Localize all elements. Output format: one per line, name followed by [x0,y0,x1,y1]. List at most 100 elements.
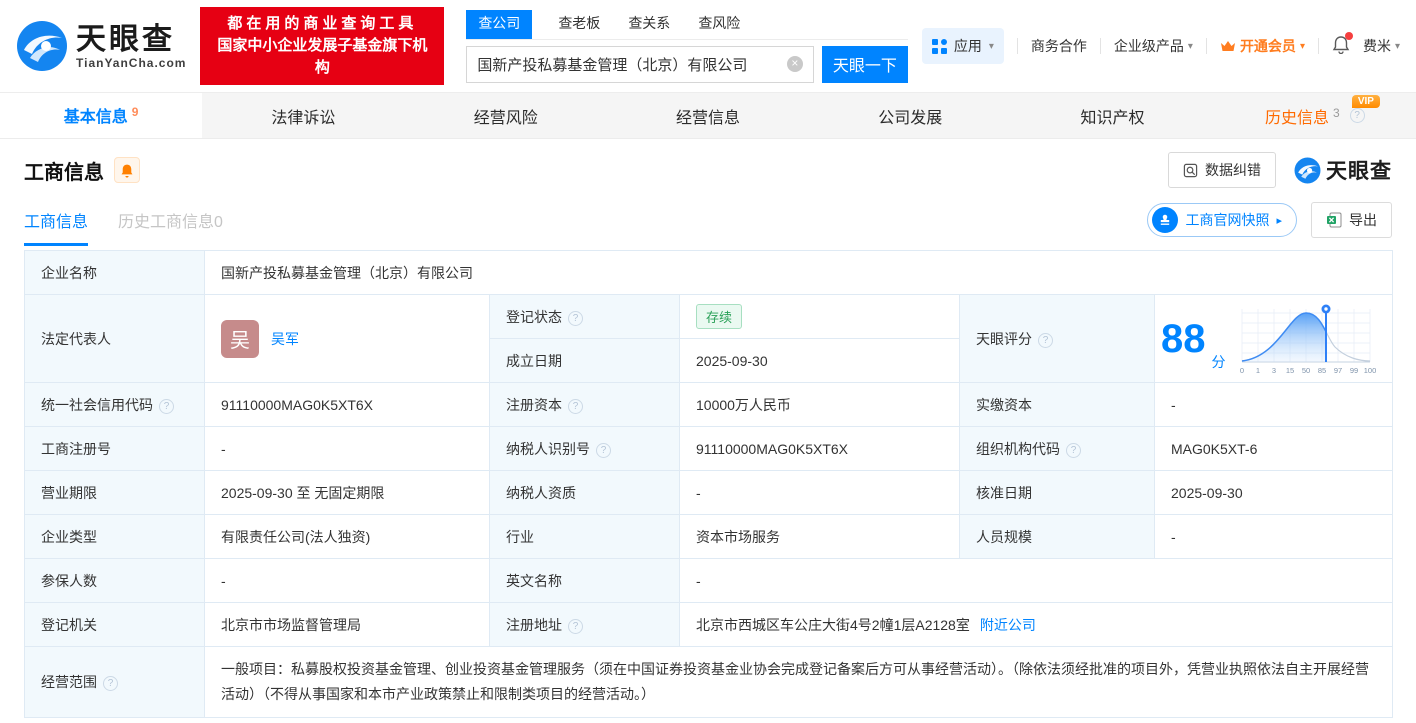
legal-rep-avatar[interactable]: 吴 [221,319,259,358]
logo-domain: TianYanCha.com [76,55,187,70]
vip-label: 开通会员 [1239,38,1296,54]
tab-company-development[interactable]: 公司发展 [809,93,1011,138]
field-label-reg-number: 工商注册号 [24,426,205,471]
apps-menu[interactable]: 应用 ▾ [921,28,1004,64]
monitor-bell-button[interactable] [114,157,140,183]
field-label-text: 注册地址 [506,616,562,633]
table-row: 法定代表人 吴 吴军 登记状态? 存续 天眼评分? 88 分 0 1 3 15 … [24,294,1393,383]
help-icon[interactable]: ? [568,398,583,414]
subtab-row: 工商信息 历史工商信息0 工商官网快照 ▸ 导出 [0,194,1416,246]
search-tab-relation[interactable]: 查关系 [626,10,672,39]
search-tab-boss[interactable]: 查老板 [556,10,602,39]
field-label-taxpayer-quality: 纳税人资质 [489,470,680,515]
table-row: 登记机关 北京市市场监督管理局 注册地址? 北京市西城区车公庄大街4号2幢1层A… [24,602,1393,647]
field-label-paid-capital: 实缴资本 [959,382,1155,427]
nav-enterprise-products[interactable]: 企业级产品 ▾ [1114,36,1193,56]
nav-business-cooperation[interactable]: 商务合作 [1031,36,1087,56]
excel-icon [1327,212,1342,228]
score-unit: 分 [1211,353,1226,370]
field-value-taxpayer-quality: - [679,470,960,515]
export-label: 导出 [1349,212,1377,228]
chart-tick: 1 [1255,366,1259,375]
watermark-text: 天眼查 [1326,160,1392,183]
subtab-business-info[interactable]: 工商信息 [24,208,89,246]
score-distribution-chart: 0 1 3 15 50 85 97 99 100 [1239,304,1376,375]
tab-legal-proceedings[interactable]: 法律诉讼 [202,93,404,138]
help-icon[interactable]: ? [568,310,583,326]
field-value-english-name: - [679,558,1393,603]
promo-line1: 都在用的商业查询工具 [227,15,418,32]
logo-title: 天眼查 [76,22,175,56]
top-nav: 应用 ▾ 商务合作 企业级产品 ▾ 开通会员 ▾ 费米 ▾ [921,28,1400,64]
tianyancha-logo-icon [1294,157,1321,183]
field-label-industry: 行业 [489,514,680,559]
chart-tick: 50 [1301,366,1309,375]
tab-basic-info[interactable]: 基本信息 9 [0,93,203,138]
export-button[interactable]: 导出 [1311,202,1392,238]
status-badge: 存续 [696,304,743,329]
search-tab-company[interactable]: 查公司 [466,9,533,39]
divider [1099,38,1101,54]
help-icon[interactable]: ? [1349,108,1365,123]
user-menu[interactable]: 费米 ▾ [1363,36,1400,56]
data-correction-icon [1183,163,1198,177]
apps-grid-icon [931,38,947,54]
legal-rep-link[interactable]: 吴军 [271,329,299,349]
field-label-establish-date: 成立日期 [489,338,680,383]
address-text: 北京市西城区车公庄大街4号2幢1层A2128室 [696,616,970,633]
field-label-text: 登记状态 [506,308,562,325]
subtab-history-business-info[interactable]: 历史工商信息0 [118,208,223,246]
help-icon[interactable]: ? [596,442,611,458]
field-value-company-name: 国新产投私募基金管理（北京）有限公司 [204,250,1393,295]
data-correction-label: 数据纠错 [1205,162,1261,178]
field-value-org-code: MAG0K5XT-6 [1154,426,1393,471]
table-row: 经营范围? 一般项目：私募股权投资基金管理、创业投资基金管理服务（须在中国证券投… [24,646,1393,718]
notifications-bell[interactable] [1332,32,1353,57]
tab-label: 法律诉讼 [271,109,336,127]
search-input[interactable] [477,55,787,73]
table-row: 参保人数 - 英文名称 - [24,558,1393,603]
field-label-reg-capital: 注册资本? [489,382,680,427]
nearby-companies-link[interactable]: 附近公司 [980,617,1036,633]
help-icon[interactable]: ? [159,398,174,414]
tab-intellectual-property[interactable]: 知识产权 [1011,93,1213,138]
field-label-text: 天眼评分 [976,330,1032,347]
table-row: 工商注册号 - 纳税人识别号? 91110000MAG0K5XT6X 组织机构代… [24,426,1393,471]
field-value-industry: 资本市场服务 [679,514,960,559]
help-icon[interactable]: ? [103,676,118,691]
field-label-company-name: 企业名称 [24,250,205,295]
tianyancha-logo[interactable]: 天眼查 TianYanCha.com [16,20,186,72]
search-button[interactable]: 天眼一下 [821,45,908,83]
field-label-english-name: 英文名称 [489,558,680,603]
table-row: 营业期限 2025-09-30 至 无固定期限 纳税人资质 - 核准日期 202… [24,470,1393,515]
enterprise-label: 企业级产品 [1113,38,1184,54]
chevron-down-icon: ▾ [1394,40,1400,52]
field-value-reg-address: 北京市西城区车公庄大街4号2幢1层A2128室 附近公司 [679,602,1393,647]
field-label-reg-authority: 登记机关 [24,602,205,647]
tab-history-info[interactable]: VIP 历史信息 3 ? [1214,93,1416,138]
apps-label: 应用 [953,38,982,54]
official-snapshot-label: 工商官网快照 [1185,212,1270,228]
nav-open-vip[interactable]: 开通会员 ▾ [1220,36,1305,56]
clear-search-icon[interactable]: × [786,56,803,72]
chart-tick: 99 [1349,366,1357,375]
field-value-reg-number: - [204,426,490,471]
data-correction-button[interactable]: 数据纠错 [1168,152,1276,188]
table-row: 统一社会信用代码? 91110000MAG0K5XT6X 注册资本? 10000… [24,382,1393,427]
field-value-establish-date: 2025-09-30 [679,338,960,383]
field-label-business-scope: 经营范围? [24,646,205,718]
help-icon[interactable]: ? [1038,332,1053,348]
field-value-legal-rep: 吴 吴军 [204,294,490,383]
help-icon[interactable]: ? [568,618,583,634]
page: 天眼查 TianYanCha.com 都在用的商业查询工具 国家中小企业发展子基… [0,0,1416,723]
field-value-company-type: 有限责任公司(法人独资) [204,514,490,559]
tab-operating-info[interactable]: 经营信息 [607,93,809,138]
help-icon[interactable]: ? [1066,442,1081,458]
field-value-business-scope: 一般项目：私募股权投资基金管理、创业投资基金管理服务（须在中国证券投资基金业协会… [204,646,1393,718]
tab-operating-risk[interactable]: 经营风险 [405,93,607,138]
field-value-score: 88 分 0 1 3 15 50 85 97 99 100 [1154,294,1393,383]
watermark-logo: 天眼查 [1294,155,1392,185]
field-label-score: 天眼评分? [959,294,1155,383]
official-snapshot-button[interactable]: 工商官网快照 ▸ [1147,203,1297,237]
search-tab-risk[interactable]: 查风险 [696,10,742,39]
